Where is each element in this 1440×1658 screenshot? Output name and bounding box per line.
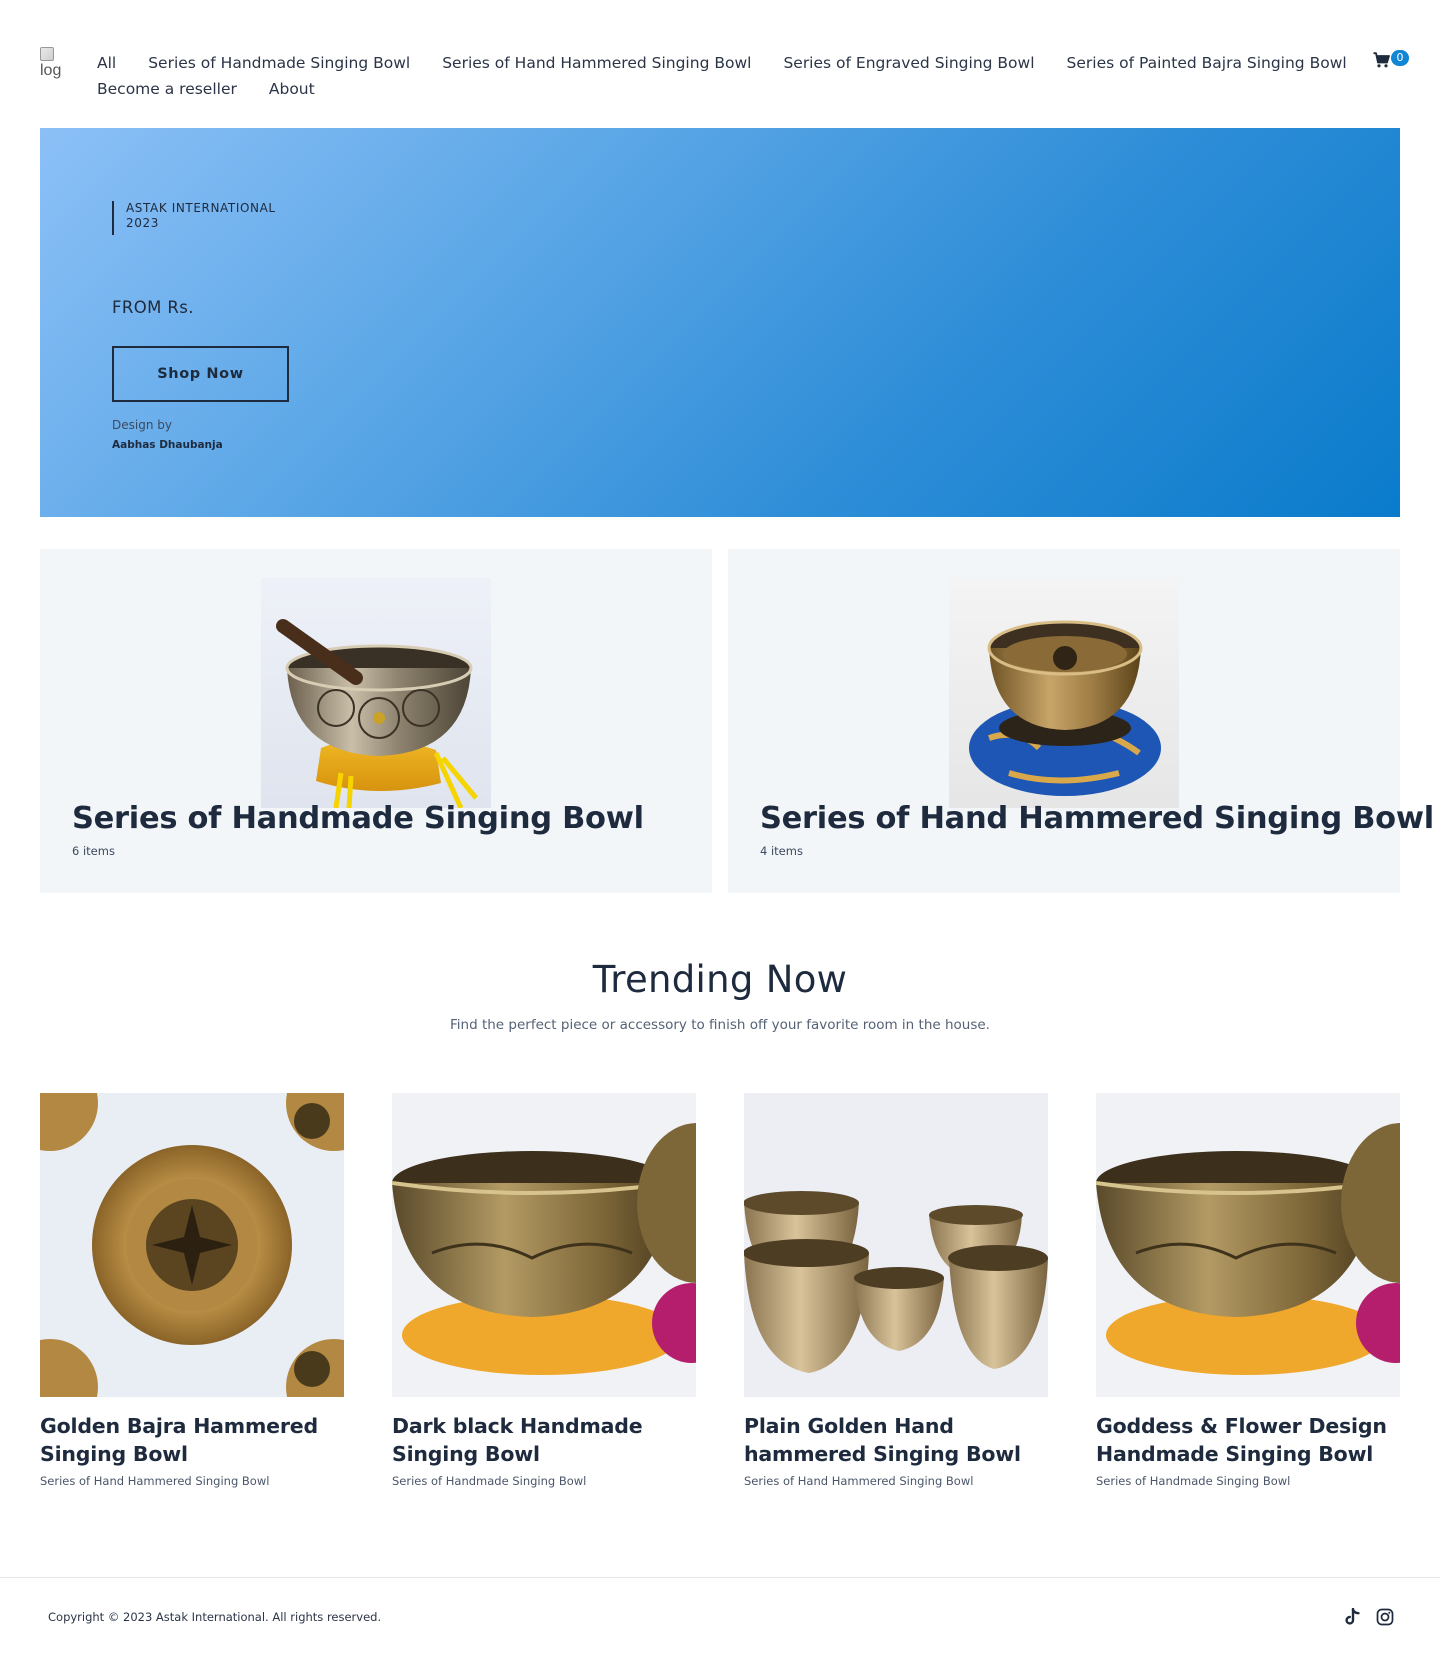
collection-item-count: 4 items (760, 844, 803, 858)
product-name[interactable]: Goddess & Flower Design Handmade Singing… (1096, 1412, 1400, 1468)
collection-card-handmade[interactable]: Series of Handmade Singing Bowl 6 items (40, 549, 712, 893)
product-series: Series of Handmade Singing Bowl (392, 1474, 587, 1488)
trending-subtitle: Find the perfect piece or accessory to f… (450, 1017, 990, 1033)
product-series: Series of Hand Hammered Singing Bowl (40, 1474, 270, 1488)
logo-alt-text: log (40, 62, 62, 79)
collection-card-hand-hammered[interactable]: Series of Hand Hammered Singing Bowl 4 i… (728, 549, 1434, 893)
collection-title: Series of Handmade Singing Bowl (72, 801, 644, 836)
collection-item-count: 6 items (72, 844, 115, 858)
footer-divider (0, 1577, 1440, 1578)
instagram-icon[interactable] (1376, 1608, 1394, 1626)
nav-link-engraved[interactable]: Series of Engraved Singing Bowl (783, 54, 1034, 72)
product-card[interactable]: Dark black Handmade Singing Bowl Series … (392, 1093, 696, 1488)
product-image (744, 1093, 1048, 1397)
nav-link-all[interactable]: All (97, 54, 116, 72)
cart-icon (1373, 52, 1390, 68)
nav-row-secondary: Become a reseller About (97, 76, 1327, 102)
hero-banner: ASTAK INTERNATIONAL 2023 FROM Rs. Shop N… (40, 128, 1400, 517)
main-nav: All Series of Handmade Singing Bowl Seri… (97, 50, 1347, 102)
hero-brand-tag: ASTAK INTERNATIONAL 2023 (112, 201, 276, 235)
shop-now-button[interactable]: Shop Now (112, 346, 289, 402)
site-logo[interactable]: log (40, 47, 70, 79)
cart-count-badge: 0 (1391, 50, 1409, 66)
copyright-text: Copyright © 2023 Astak International. Al… (48, 1610, 382, 1624)
product-image (1096, 1093, 1400, 1397)
nav-link-painted-bajra[interactable]: Series of Painted Bajra Singing Bowl (1067, 54, 1347, 72)
nav-link-become-reseller[interactable]: Become a reseller (97, 80, 237, 98)
product-name[interactable]: Dark black Handmade Singing Bowl (392, 1412, 696, 1468)
nav-row-primary: All Series of Handmade Singing Bowl Seri… (97, 50, 1347, 76)
product-card[interactable]: Goddess & Flower Design Handmade Singing… (1096, 1093, 1400, 1488)
product-image (392, 1093, 696, 1397)
cart-button[interactable]: 0 (1373, 50, 1409, 72)
hero-brand-year: 2023 (126, 216, 159, 230)
collection-title: Series of Hand Hammered Singing Bowl (760, 801, 1434, 836)
nav-link-hand-hammered[interactable]: Series of Hand Hammered Singing Bowl (442, 54, 751, 72)
product-name[interactable]: Plain Golden Hand hammered Singing Bowl (744, 1412, 1048, 1468)
collection-image-hand-hammered (949, 578, 1179, 808)
nav-link-handmade[interactable]: Series of Handmade Singing Bowl (148, 54, 410, 72)
product-card[interactable]: Plain Golden Hand hammered Singing Bowl … (744, 1093, 1048, 1488)
product-series: Series of Handmade Singing Bowl (1096, 1474, 1291, 1488)
collection-image-handmade (261, 578, 491, 808)
hero-price-label: FROM Rs. (112, 298, 194, 317)
tiktok-icon[interactable] (1343, 1608, 1361, 1626)
design-by-label: Design by (112, 418, 172, 432)
product-image (40, 1093, 344, 1397)
hero-brand-name: ASTAK INTERNATIONAL (126, 201, 276, 215)
nav-link-about[interactable]: About (269, 80, 315, 98)
product-series: Series of Hand Hammered Singing Bowl (744, 1474, 974, 1488)
designer-name: Aabhas Dhaubanja (112, 439, 223, 451)
trending-title: Trending Now (592, 958, 848, 1001)
product-name[interactable]: Golden Bajra Hammered Singing Bowl (40, 1412, 344, 1468)
product-card[interactable]: Golden Bajra Hammered Singing Bowl Serie… (40, 1093, 344, 1488)
broken-image-icon (40, 47, 54, 61)
